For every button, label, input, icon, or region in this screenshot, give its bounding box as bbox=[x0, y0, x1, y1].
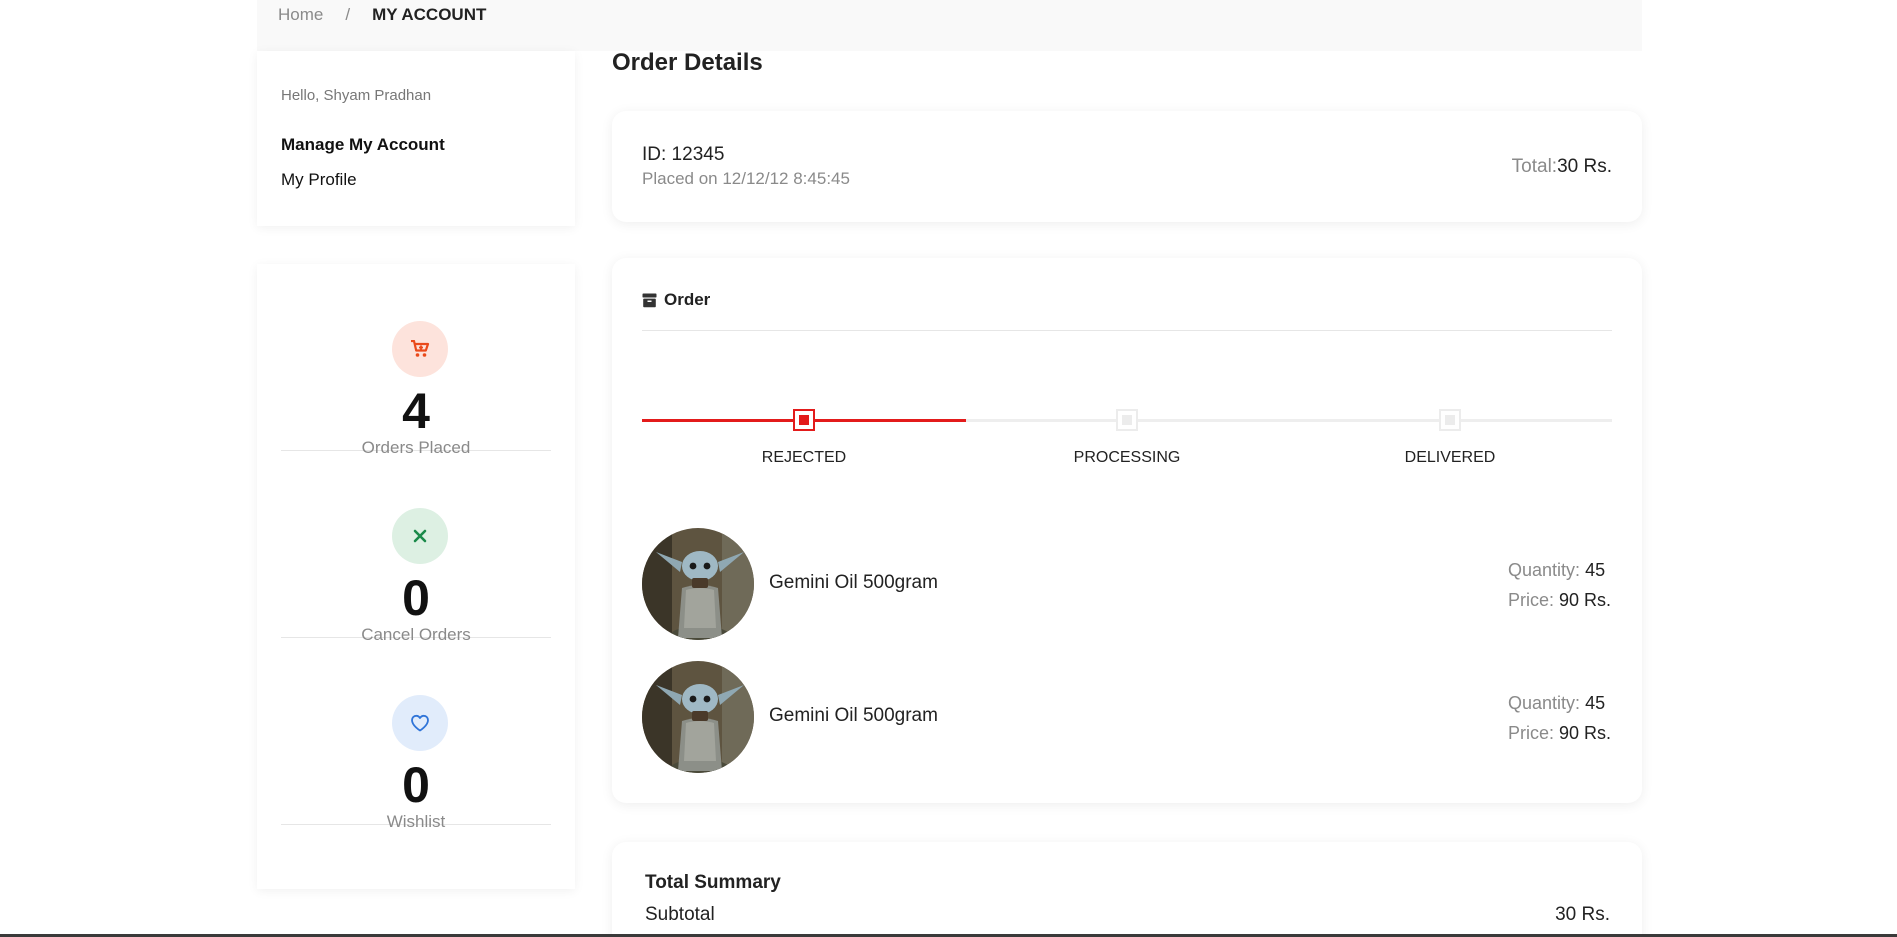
step-delivered-marker bbox=[1439, 409, 1461, 431]
item-quantity: Quantity: 45 bbox=[1508, 693, 1612, 714]
product-name[interactable]: Gemini Oil 500gram bbox=[769, 572, 938, 594]
breadcrumb-bar: Home / MY ACCOUNT bbox=[257, 0, 1642, 51]
product-name[interactable]: Gemini Oil 500gram bbox=[769, 705, 938, 727]
order-total-value: 30 Rs. bbox=[1557, 156, 1612, 177]
step-processing-label: PROCESSING bbox=[1073, 449, 1181, 466]
x-icon bbox=[392, 508, 448, 564]
order-id: ID: 12345 bbox=[642, 144, 725, 165]
step-rejected-marker bbox=[793, 409, 815, 431]
stat-wishlist[interactable]: 0 Wishlist bbox=[281, 638, 551, 831]
quantity-label: Quantity: bbox=[1508, 693, 1581, 713]
price-label: Price: bbox=[1508, 723, 1555, 743]
price-value: 90 Rs. bbox=[1559, 590, 1612, 610]
quantity-value: 45 bbox=[1585, 693, 1606, 713]
order-section-title: Order bbox=[664, 290, 711, 309]
manage-account-link[interactable]: Manage My Account bbox=[281, 135, 445, 155]
summary-title: Total Summary bbox=[645, 872, 781, 893]
order-total-label: Total: bbox=[1511, 156, 1558, 177]
user-greeting: Hello, Shyam Pradhan bbox=[281, 87, 432, 104]
breadcrumb-separator: / bbox=[345, 5, 351, 24]
wishlist-count: 0 bbox=[402, 757, 430, 813]
order-item[interactable]: Gemini Oil 500gram Quantity: 45 Price: 9… bbox=[642, 528, 1612, 640]
breadcrumb-current: MY ACCOUNT bbox=[372, 5, 487, 24]
item-quantity: Quantity: 45 bbox=[1508, 560, 1612, 581]
price-label: Price: bbox=[1508, 590, 1555, 610]
price-value: 90 Rs. bbox=[1559, 723, 1612, 743]
total-summary-card: Total Summary Subtotal 30 Rs. bbox=[612, 842, 1642, 937]
quantity-value: 45 bbox=[1585, 560, 1606, 580]
heart-icon bbox=[392, 695, 448, 751]
my-profile-link[interactable]: My Profile bbox=[281, 170, 357, 190]
subtotal-label: Subtotal bbox=[645, 904, 715, 925]
order-card: Order REJECTED PROCESSING DELIVERED Gemi… bbox=[612, 258, 1642, 803]
item-price: Price: 90 Rs. bbox=[1508, 590, 1612, 611]
quantity-label: Quantity: bbox=[1508, 560, 1581, 580]
item-price: Price: 90 Rs. bbox=[1508, 723, 1612, 744]
order-total: Total:30 Rs. bbox=[1512, 156, 1612, 178]
header-divider bbox=[642, 330, 1612, 331]
wishlist-label: Wishlist bbox=[386, 812, 446, 831]
page-title: Order Details bbox=[612, 49, 763, 76]
subtotal-value: 30 Rs. bbox=[1555, 904, 1610, 925]
order-item[interactable]: Gemini Oil 500gram Quantity: 45 Price: 9… bbox=[642, 661, 1612, 773]
stat-orders-placed[interactable]: 4 Orders Placed bbox=[281, 264, 551, 457]
breadcrumb-home-link[interactable]: Home bbox=[278, 5, 323, 25]
stats-panel: 4 Orders Placed 0 Cancel Orders 0 Wishli… bbox=[257, 264, 575, 889]
step-delivered-label: DELIVERED bbox=[1404, 449, 1496, 466]
account-menu-panel: Hello, Shyam Pradhan Manage My Account M… bbox=[257, 51, 575, 226]
cancel-orders-count: 0 bbox=[402, 570, 430, 626]
product-image bbox=[642, 661, 754, 773]
orders-placed-count: 4 bbox=[402, 383, 430, 439]
step-rejected-label: REJECTED bbox=[761, 449, 847, 466]
order-section-header: Order bbox=[642, 290, 710, 310]
stat-cancel-orders[interactable]: 0 Cancel Orders bbox=[281, 451, 551, 644]
breadcrumb: Home / MY ACCOUNT bbox=[278, 5, 486, 25]
step-processing-marker bbox=[1116, 409, 1138, 431]
order-info-card: ID: 12345 Placed on 12/12/12 8:45:45 Tot… bbox=[612, 111, 1642, 222]
cart-icon bbox=[392, 321, 448, 377]
product-image bbox=[642, 528, 754, 640]
order-placed-date: Placed on 12/12/12 8:45:45 bbox=[642, 169, 850, 188]
box-icon bbox=[642, 293, 657, 307]
